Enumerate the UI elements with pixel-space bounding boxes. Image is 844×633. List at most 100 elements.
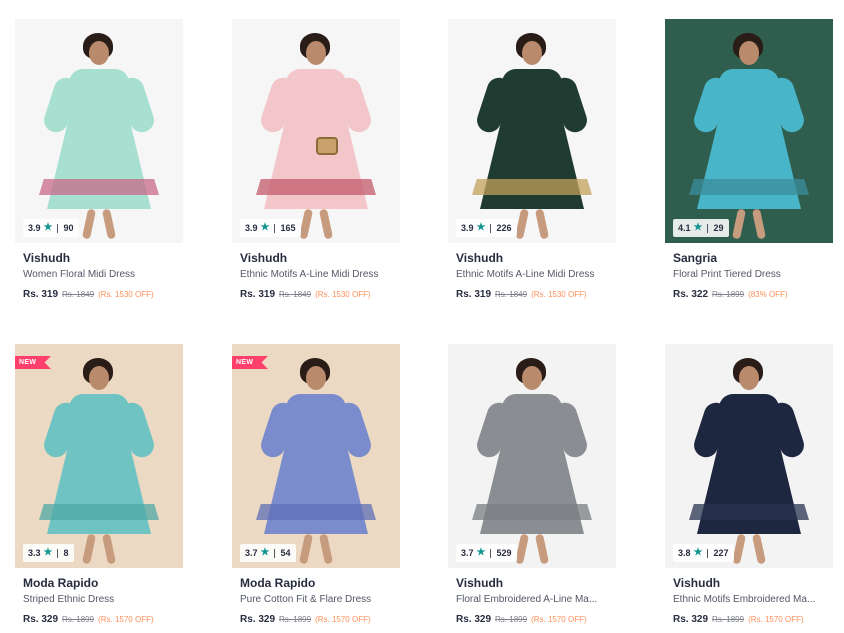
product-brand: Vishudh	[240, 251, 288, 265]
rating-badge: 3.9 ★ 165	[240, 219, 301, 237]
price-row: Rs. 329 Rs. 1899 (Rs. 1570 OFF)	[673, 613, 829, 626]
rating-value: 3.8	[678, 548, 691, 558]
price-row: Rs. 322 Rs. 1899 (83% OFF)	[673, 288, 829, 301]
star-icon: ★	[260, 547, 270, 558]
product-info[interactable]: Vishudh Women Floral Midi Dress Rs. 319 R…	[23, 251, 179, 301]
product-price: Rs. 319	[456, 289, 492, 300]
product-name: Ethnic Motifs A-Line Midi Dress	[456, 269, 595, 280]
rating-divider	[490, 223, 492, 233]
product-brand: Sangria	[673, 251, 718, 265]
product-info[interactable]: Vishudh Floral Embroidered A-Line Ma... …	[456, 576, 612, 626]
rating-value: 4.1	[678, 223, 691, 233]
product-photo	[232, 19, 400, 243]
product-info[interactable]: Moda Rapido Striped Ethnic Dress Rs. 329…	[23, 576, 179, 626]
product-image[interactable]	[665, 344, 833, 568]
star-icon: ★	[476, 547, 486, 558]
product-discount: (83% OFF)	[748, 290, 788, 299]
price-row: Rs. 319 Rs. 1849 (Rs. 1530 OFF)	[23, 288, 179, 301]
product-info[interactable]: Vishudh Ethnic Motifs Embroidered Ma... …	[673, 576, 829, 626]
rating-divider	[57, 548, 59, 558]
rating-count: 90	[63, 223, 74, 233]
product-card[interactable]: 3.8 ★ 227 Vishudh Ethnic Motifs Embroidere…	[665, 344, 833, 633]
product-card[interactable]: 3.9 ★ 165 Vishudh Ethnic Motifs A-Line Mid…	[232, 19, 400, 319]
product-image[interactable]	[15, 344, 183, 568]
rating-divider	[707, 548, 709, 558]
rating-count: 29	[713, 223, 724, 233]
product-discount: (Rs. 1570 OFF)	[98, 615, 154, 624]
product-mrp: Rs. 1899	[495, 615, 528, 624]
rating-divider	[490, 548, 492, 558]
product-image[interactable]	[232, 344, 400, 568]
product-mrp: Rs. 1849	[62, 290, 95, 299]
product-price: Rs. 319	[23, 289, 59, 300]
product-card[interactable]: 3.9 ★ 226 Vishudh Ethnic Motifs A-Line Mid…	[448, 19, 616, 319]
product-card[interactable]: NEW 3.7 ★ 54 Moda Rapido Pure Cotton Fit &…	[232, 344, 400, 633]
product-discount: (Rs. 1530 OFF)	[98, 290, 154, 299]
product-mrp: Rs. 1899	[712, 290, 745, 299]
product-photo	[448, 344, 616, 568]
rating-divider	[57, 223, 59, 233]
product-brand: Moda Rapido	[23, 576, 99, 590]
product-name: Ethnic Motifs Embroidered Ma...	[673, 594, 816, 605]
product-mrp: Rs. 1899	[62, 615, 95, 624]
rating-value: 3.7	[461, 548, 474, 558]
product-brand: Moda Rapido	[240, 576, 316, 590]
rating-badge: 3.9 ★ 226	[456, 219, 517, 237]
rating-divider	[707, 223, 709, 233]
price-row: Rs. 319 Rs. 1849 (Rs. 1530 OFF)	[240, 288, 396, 301]
product-discount: (Rs. 1570 OFF)	[531, 615, 587, 624]
product-mrp: Rs. 1849	[279, 290, 312, 299]
product-photo	[665, 344, 833, 568]
product-image[interactable]	[232, 19, 400, 243]
product-info[interactable]: Sangria Floral Print Tiered Dress Rs. 32…	[673, 251, 829, 301]
product-card[interactable]: 3.9 ★ 90 Vishudh Women Floral Midi Dress R…	[15, 19, 183, 319]
rating-badge: 4.1 ★ 29	[673, 219, 729, 237]
star-icon: ★	[260, 222, 270, 233]
rating-badge: 3.7 ★ 54	[240, 544, 296, 562]
product-photo	[15, 344, 183, 568]
product-card[interactable]: 4.1 ★ 29 Sangria Floral Print Tiered Dress…	[665, 19, 833, 319]
rating-badge: 3.7 ★ 529	[456, 544, 517, 562]
rating-value: 3.9	[461, 223, 474, 233]
product-card[interactable]: 3.7 ★ 529 Vishudh Floral Embroidered A-Lin…	[448, 344, 616, 633]
product-photo	[448, 19, 616, 243]
product-mrp: Rs. 1849	[495, 290, 528, 299]
rating-divider	[274, 223, 276, 233]
star-icon: ★	[476, 222, 486, 233]
product-mrp: Rs. 1899	[712, 615, 745, 624]
product-brand: Vishudh	[23, 251, 71, 265]
product-image[interactable]	[15, 19, 183, 243]
rating-count: 227	[713, 548, 729, 558]
product-price: Rs. 329	[23, 614, 59, 625]
price-row: Rs. 329 Rs. 1899 (Rs. 1570 OFF)	[23, 613, 179, 626]
rating-badge: 3.3 ★ 8	[23, 544, 74, 562]
product-name: Floral Print Tiered Dress	[673, 269, 781, 280]
price-row: Rs. 329 Rs. 1899 (Rs. 1570 OFF)	[456, 613, 612, 626]
product-photo	[665, 19, 833, 243]
rating-value: 3.7	[245, 548, 258, 558]
product-discount: (Rs. 1570 OFF)	[748, 615, 804, 624]
product-card[interactable]: NEW 3.3 ★ 8 Moda Rapido Striped Ethnic Dre…	[15, 344, 183, 633]
rating-count: 226	[496, 223, 512, 233]
product-brand: Vishudh	[673, 576, 721, 590]
product-info[interactable]: Vishudh Ethnic Motifs A-Line Midi Dress …	[240, 251, 396, 301]
product-photo	[232, 344, 400, 568]
product-mrp: Rs. 1899	[279, 615, 312, 624]
rating-count: 529	[496, 548, 512, 558]
price-row: Rs. 319 Rs. 1849 (Rs. 1530 OFF)	[456, 288, 612, 301]
product-name: Ethnic Motifs A-Line Midi Dress	[240, 269, 379, 280]
product-image[interactable]	[448, 344, 616, 568]
product-price: Rs. 322	[673, 289, 709, 300]
rating-value: 3.3	[28, 548, 41, 558]
product-discount: (Rs. 1570 OFF)	[315, 615, 371, 624]
rating-badge: 3.8 ★ 227	[673, 544, 734, 562]
product-info[interactable]: Moda Rapido Pure Cotton Fit & Flare Dres…	[240, 576, 396, 626]
product-brand: Vishudh	[456, 251, 504, 265]
product-info[interactable]: Vishudh Ethnic Motifs A-Line Midi Dress …	[456, 251, 612, 301]
product-image[interactable]	[665, 19, 833, 243]
rating-count: 165	[280, 223, 296, 233]
product-discount: (Rs. 1530 OFF)	[315, 290, 371, 299]
rating-divider	[274, 548, 276, 558]
product-price: Rs. 329	[673, 614, 709, 625]
product-image[interactable]	[448, 19, 616, 243]
